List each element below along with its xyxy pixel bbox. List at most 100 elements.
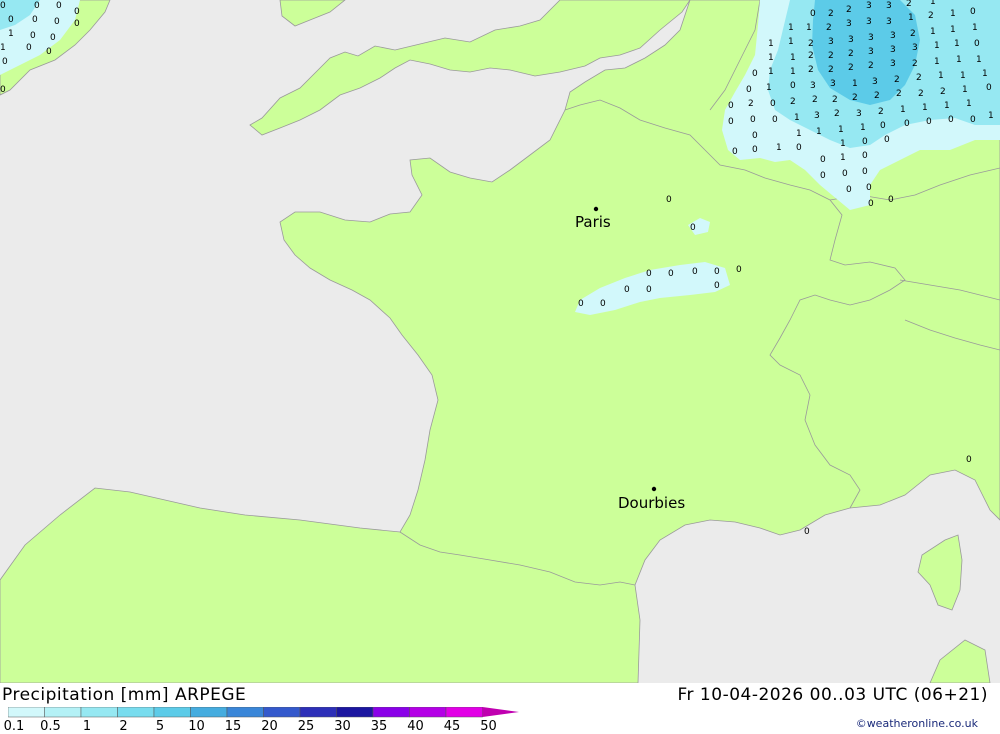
svg-text:2: 2 <box>906 0 912 9</box>
svg-text:0: 0 <box>862 167 868 177</box>
legend-label: 10 <box>188 719 205 734</box>
svg-text:2: 2 <box>812 95 818 105</box>
svg-text:0: 0 <box>948 115 954 125</box>
svg-text:0: 0 <box>56 1 62 11</box>
svg-text:2: 2 <box>808 51 814 61</box>
svg-text:0: 0 <box>578 299 584 309</box>
svg-text:0: 0 <box>692 267 698 277</box>
svg-text:1: 1 <box>934 57 940 67</box>
legend-label: 50 <box>480 719 497 734</box>
svg-text:0: 0 <box>842 169 848 179</box>
svg-text:1: 1 <box>768 39 774 49</box>
svg-text:0: 0 <box>32 15 38 25</box>
legend-swatch <box>372 707 410 718</box>
svg-text:0: 0 <box>926 117 932 127</box>
svg-text:0: 0 <box>790 81 796 91</box>
svg-text:2: 2 <box>912 59 918 69</box>
svg-text:2: 2 <box>834 109 840 119</box>
svg-text:0: 0 <box>884 135 890 145</box>
svg-text:0: 0 <box>970 7 976 17</box>
svg-text:0: 0 <box>34 1 40 11</box>
svg-text:3: 3 <box>814 111 820 121</box>
legend-swatch <box>226 707 264 718</box>
svg-text:0: 0 <box>804 527 810 537</box>
precipitation-map[interactable]: 0223321 1123331210 11233332111 112223331… <box>0 0 1000 684</box>
svg-text:1: 1 <box>840 153 846 163</box>
svg-text:0: 0 <box>714 281 720 291</box>
svg-text:2: 2 <box>878 107 884 117</box>
svg-text:1: 1 <box>962 85 968 95</box>
legend-swatch <box>263 707 301 718</box>
svg-text:0: 0 <box>862 151 868 161</box>
svg-text:1: 1 <box>930 0 936 7</box>
svg-text:0: 0 <box>736 265 742 275</box>
svg-text:0: 0 <box>2 57 8 67</box>
svg-text:0: 0 <box>746 85 752 95</box>
legend-swatch <box>409 707 447 718</box>
svg-text:3: 3 <box>886 1 892 11</box>
legend-label: 40 <box>407 719 424 734</box>
svg-text:2: 2 <box>828 51 834 61</box>
svg-text:1: 1 <box>0 43 6 53</box>
legend-swatch <box>190 707 228 718</box>
svg-text:2: 2 <box>808 39 814 49</box>
legend-label: 0.5 <box>40 719 61 734</box>
svg-text:2: 2 <box>928 11 934 21</box>
svg-text:1: 1 <box>900 105 906 115</box>
svg-text:0: 0 <box>30 31 36 41</box>
svg-text:3: 3 <box>890 31 896 41</box>
svg-text:1: 1 <box>960 71 966 81</box>
legend-swatch <box>445 707 483 718</box>
map-footer: Precipitation [mm] ARPEGE Fr 10-04-2026 … <box>0 683 1000 734</box>
legend-swatch <box>299 707 337 718</box>
svg-text:0: 0 <box>770 99 776 109</box>
svg-text:0: 0 <box>752 131 758 141</box>
svg-text:1: 1 <box>806 23 812 33</box>
svg-text:1: 1 <box>776 143 782 153</box>
svg-text:3: 3 <box>868 47 874 57</box>
svg-text:2: 2 <box>896 89 902 99</box>
svg-text:1: 1 <box>788 37 794 47</box>
svg-text:2: 2 <box>868 61 874 71</box>
legend-label: 45 <box>443 719 461 734</box>
legend-label: 1 <box>82 719 92 734</box>
svg-text:0: 0 <box>820 155 826 165</box>
svg-text:3: 3 <box>890 45 896 55</box>
svg-text:3: 3 <box>846 19 852 29</box>
svg-text:0: 0 <box>904 119 910 129</box>
svg-text:1: 1 <box>956 55 962 65</box>
svg-text:3: 3 <box>830 79 836 89</box>
svg-text:2: 2 <box>846 5 852 15</box>
legend-label: 25 <box>297 719 315 734</box>
svg-text:2: 2 <box>874 91 880 101</box>
svg-text:2: 2 <box>940 87 946 97</box>
svg-text:1: 1 <box>922 103 928 113</box>
svg-text:1: 1 <box>950 25 956 35</box>
legend-swatch <box>117 707 155 718</box>
svg-text:0: 0 <box>74 19 80 29</box>
svg-text:1: 1 <box>852 79 858 89</box>
svg-text:3: 3 <box>828 37 834 47</box>
legend-bar <box>8 707 519 718</box>
credit-link[interactable]: ©weatheronline.co.uk <box>856 717 978 730</box>
svg-text:0: 0 <box>690 223 696 233</box>
svg-text:1: 1 <box>816 127 822 137</box>
svg-text:0: 0 <box>868 199 874 209</box>
svg-text:1: 1 <box>796 129 802 139</box>
svg-text:1: 1 <box>790 53 796 63</box>
legend-swatch <box>44 707 82 718</box>
svg-text:0: 0 <box>752 69 758 79</box>
legend-label: 20 <box>261 719 278 734</box>
svg-text:3: 3 <box>848 35 854 45</box>
svg-text:0: 0 <box>50 33 56 43</box>
svg-text:0: 0 <box>46 47 52 57</box>
svg-text:0: 0 <box>810 9 816 19</box>
svg-text:0: 0 <box>0 1 6 11</box>
svg-text:0: 0 <box>772 115 778 125</box>
svg-text:1: 1 <box>838 125 844 135</box>
svg-text:2: 2 <box>828 9 834 19</box>
legend-label: 5 <box>155 719 165 734</box>
svg-text:1: 1 <box>768 53 774 63</box>
svg-text:2: 2 <box>918 89 924 99</box>
svg-text:2: 2 <box>848 63 854 73</box>
